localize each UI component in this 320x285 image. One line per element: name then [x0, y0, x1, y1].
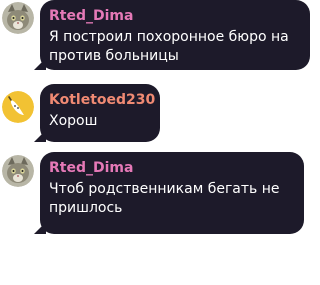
author-name[interactable]: Rted_Dima	[49, 7, 300, 25]
message-bubble[interactable]: Rted_Dima Я построил похоронное бюро на …	[40, 0, 310, 70]
cat-avatar[interactable]	[2, 155, 34, 187]
message-bubble[interactable]: Kotletoed230 Хорош	[40, 84, 160, 142]
message-text: Я построил похоронное бюро на против бол…	[49, 29, 289, 64]
author-name[interactable]: Kotletoed230	[49, 91, 155, 109]
message-text: Чтоб родственникам бегать не пришлось	[49, 181, 280, 216]
cat-avatar[interactable]	[2, 2, 34, 34]
author-name[interactable]: Rted_Dima	[49, 159, 294, 177]
message-text: Хорош	[49, 113, 98, 129]
message-bubble[interactable]: Rted_Dima Чтоб родственникам бегать не п…	[40, 152, 304, 234]
banana-avatar[interactable]	[2, 91, 34, 123]
